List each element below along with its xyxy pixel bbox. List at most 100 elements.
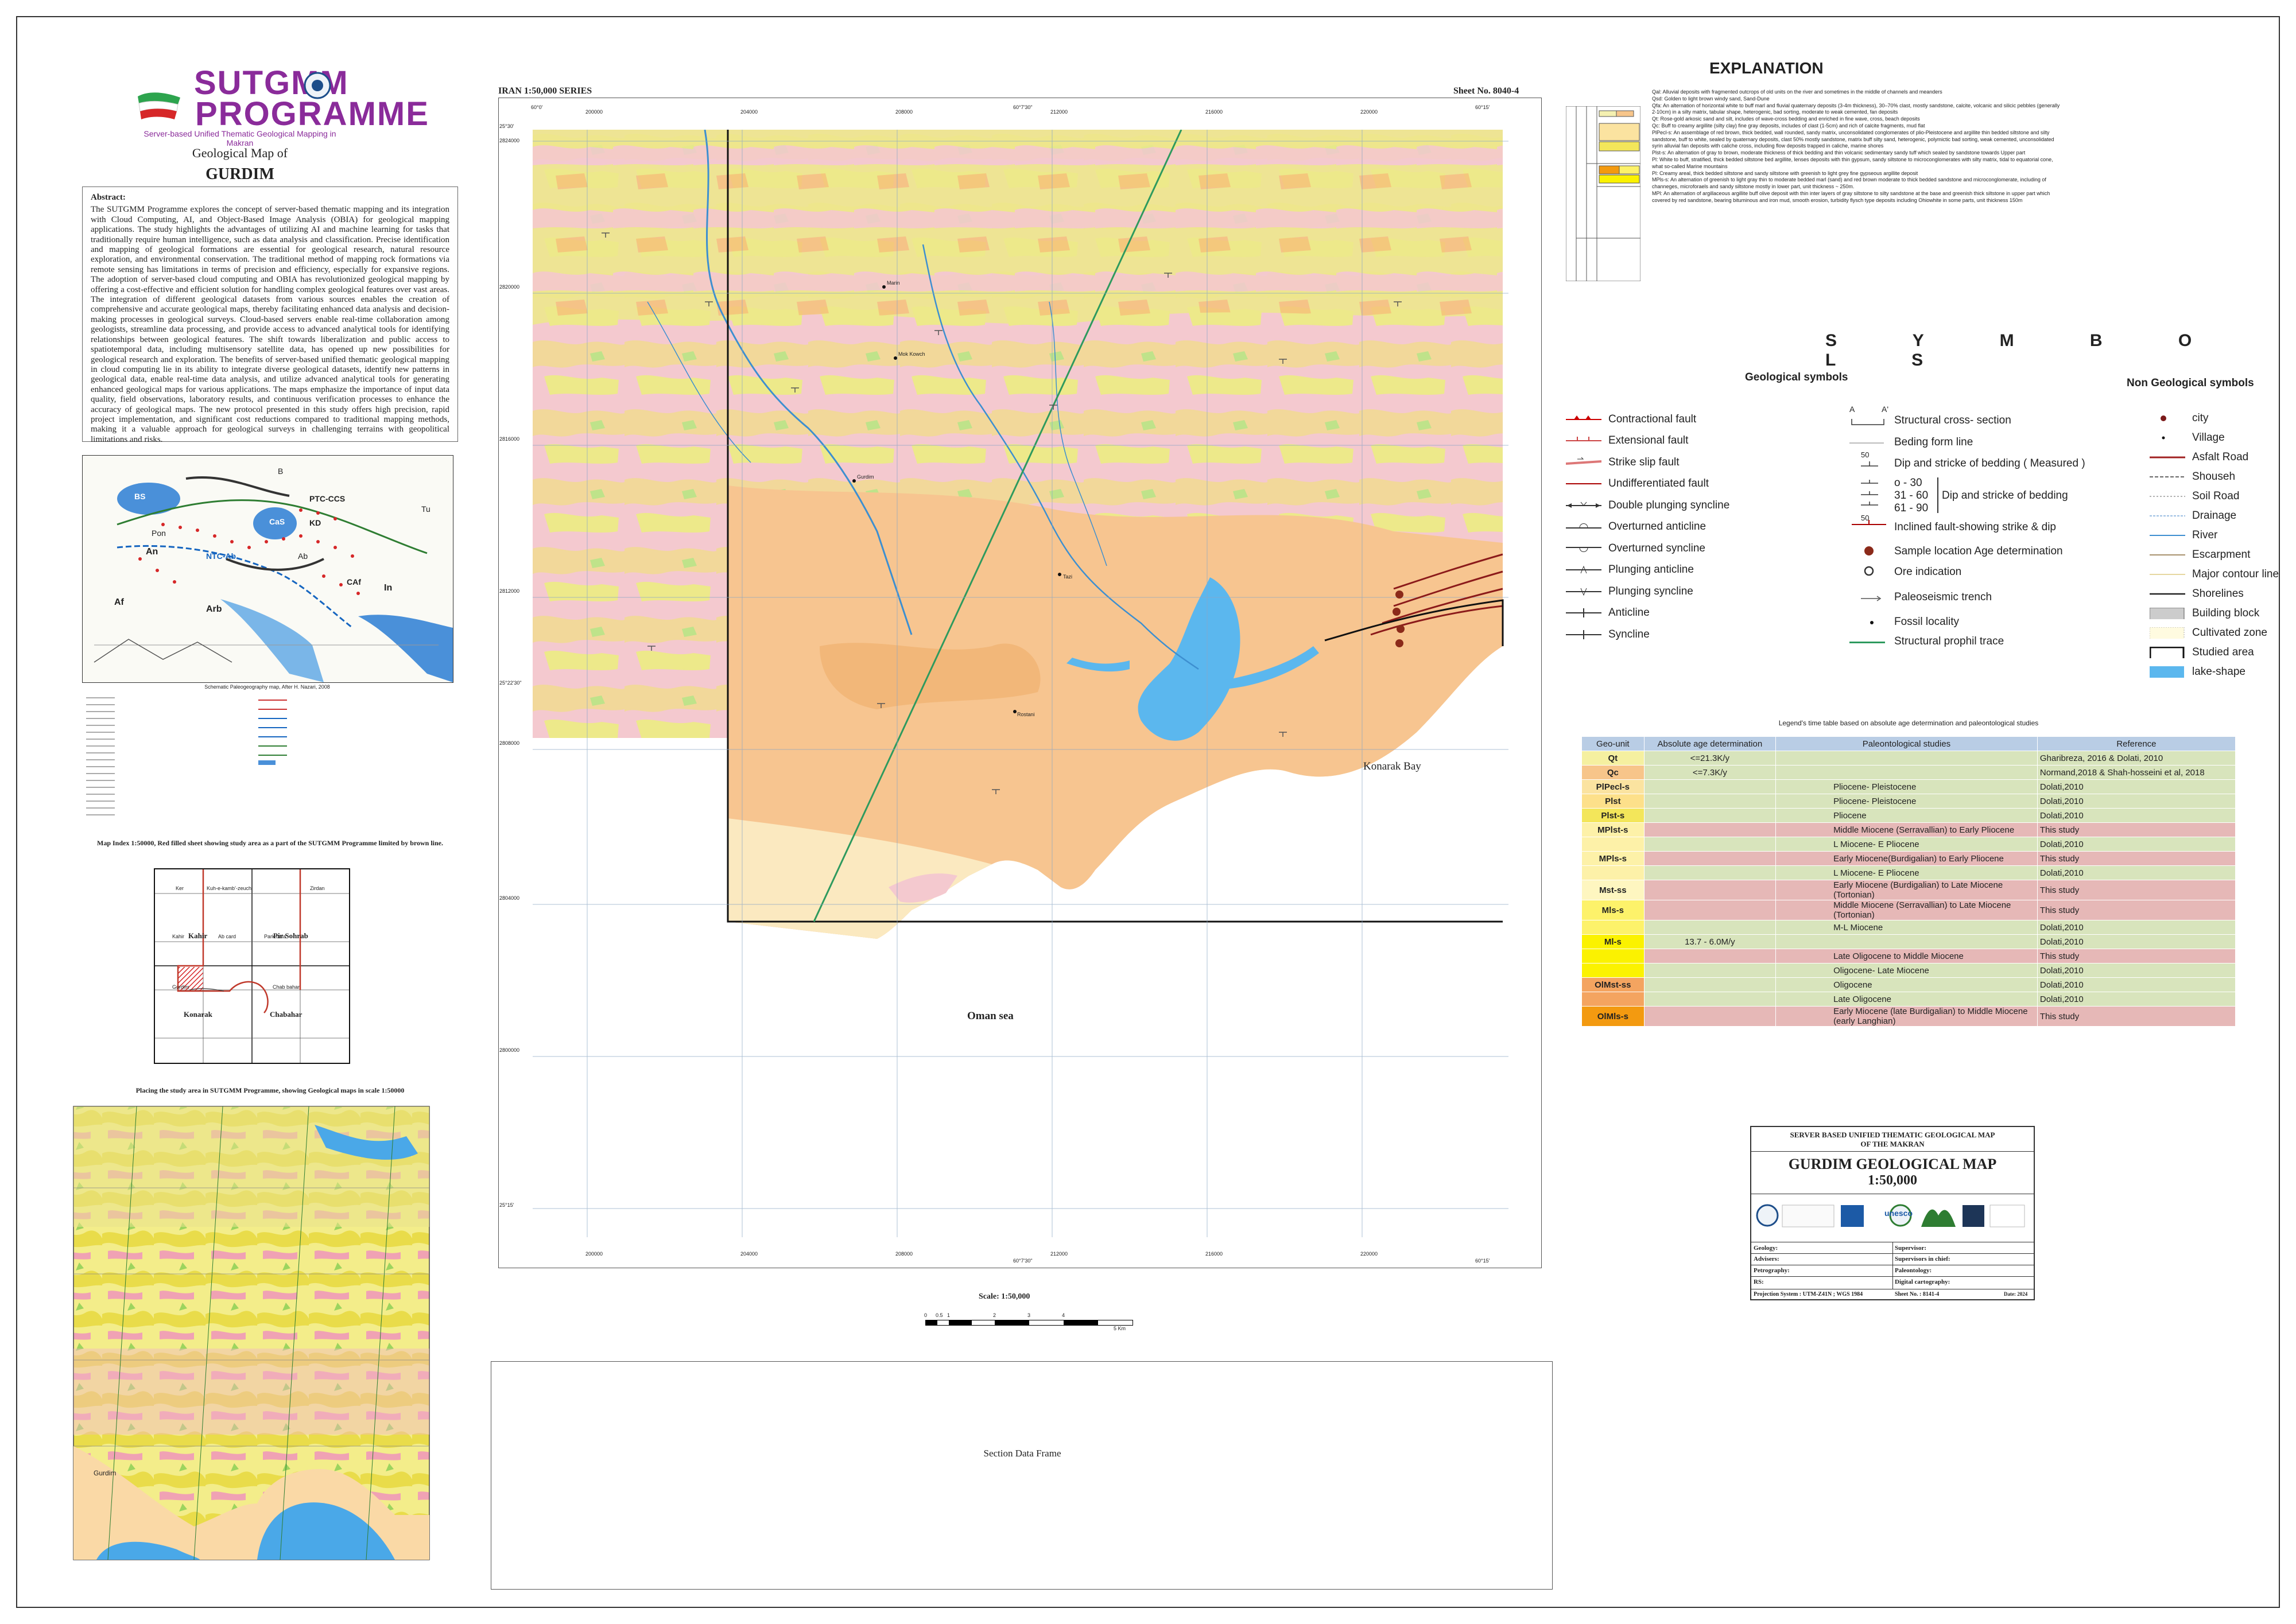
coord-bottom-6: 216000 (1205, 1251, 1223, 1257)
index-small-abcard: Ab card (218, 934, 236, 939)
map-title-line1: Geological Map of (192, 146, 288, 160)
age-table-row: OlMls-s Early Miocene (late Burdigalian) … (1581, 1006, 2236, 1027)
age-table-absolute (1643, 779, 1777, 794)
expl-entry: Qfa: An alternation of horizontal white … (1652, 102, 2060, 115)
coord-bottom-3: 208000 (895, 1251, 913, 1257)
age-table-unit (1581, 837, 1645, 852)
age-table-absolute (1643, 1006, 1777, 1027)
coord-top-1: 60°0' (531, 104, 543, 110)
coord-left-9: 2800000 (499, 1047, 520, 1053)
age-table-paleo: Early Miocene (late Burdigalian) to Midd… (1775, 1006, 2038, 1027)
index-map: Kahir Pir Sohrab Konarak Chabahar Ker Ku… (154, 868, 350, 1064)
index-small-chabbahar: Chab bahar (273, 984, 300, 990)
age-table-unit: Plst-s (1581, 808, 1645, 823)
scale-tick-0: 0 (924, 1312, 928, 1318)
index-small-ker: Ker (176, 885, 184, 891)
place-tazi: Tazi (1063, 574, 1073, 580)
symbol-shouseh: Shouseh (2150, 471, 2236, 483)
section-data-frame: Section Data Frame (491, 1361, 1553, 1590)
age-table-absolute: <=7.3K/y (1643, 765, 1777, 780)
coord-left-1: 25°30' (499, 123, 514, 129)
symbol-soil-road: Soil Road (2150, 490, 2240, 502)
age-table-unit (1581, 865, 1645, 880)
age-table-unit: Plst (1581, 794, 1645, 809)
age-table-absolute (1643, 808, 1777, 823)
age-table-paleo: L Miocene- E Pliocene (1775, 837, 2038, 852)
age-table-row: Qt <=21.3K/y Gharibreza, 2016 & Dolati, 20… (1581, 751, 2236, 766)
age-table-reference: Dolati,2010 (2037, 977, 2236, 992)
coord-left-6: 25°22'30" (499, 680, 522, 686)
place-rostani: Rostani (1017, 712, 1035, 717)
geologic-map (533, 130, 1508, 1237)
coord-top-6: 212000 (1050, 109, 1068, 115)
age-table-paleo (1775, 751, 2038, 766)
scale-tick-5: 5 Km (1114, 1326, 1126, 1331)
age-table-reference: This study (2037, 880, 2236, 900)
cell-digital-cartography: Digital cartography: (1895, 1279, 1950, 1285)
age-table-row: Oligocene- Late Miocene Dolati,2010 (1581, 963, 2236, 978)
scale-tick-2: 2 (993, 1312, 996, 1318)
cell-geology: Geology: (1754, 1245, 1778, 1252)
dip-range-0-30: o - 30 (1894, 477, 1922, 489)
cell-date: Date: 2024 (2004, 1291, 2028, 1297)
coord-top-3: 204000 (740, 109, 758, 115)
age-table-paleo: Early Miocene (Burdigalian) to Late Mioc… (1775, 880, 2038, 900)
coord-top-5: 60°7'30" (1013, 104, 1033, 110)
coord-left-4: 2816000 (499, 436, 520, 442)
age-table-paleo: M-L Miocene (1775, 920, 2038, 935)
index-caption: Map Index 1:50000, Red filled sheet show… (97, 839, 443, 847)
inclined-50-label: 50 (1861, 514, 1870, 522)
nongeo-symbols-heading: Non Geological symbols (2127, 377, 2254, 389)
age-table-row: Plst Pliocene- Pleistocene Dolati,2010 (1581, 794, 2236, 809)
title-block-line1: SERVER BASED UNIFIED THEMATIC GEOLOGICAL… (1790, 1130, 1995, 1139)
nongeo-symbols-list: city Village Asfalt Road Shouseh Soil Ro… (2150, 409, 2279, 682)
logo-line2: PROGRAMME (195, 95, 429, 133)
symbol-drainage: Drainage (2150, 510, 2237, 522)
coord-top-4: 208000 (895, 109, 913, 115)
symbol-undifferentiated-fault: Undifferentiated fault (1566, 477, 1709, 490)
age-table-paleo: Early Miocene(Burdigalian) to Early Plio… (1775, 851, 2038, 866)
age-table-row: Mst-ss Early Miocene (Burdigalian) to Lat… (1581, 880, 2236, 900)
age-table-unit: MPlst-s (1581, 822, 1645, 837)
coord-left-3: 2820000 (499, 284, 520, 290)
paleo-label-cas: CaS (269, 517, 285, 526)
scale-tick-05: 0.5 (936, 1312, 943, 1318)
age-table-reference: Dolati,2010 (2037, 920, 2236, 935)
paleo-label-ntc: NTC-Ab (206, 551, 236, 561)
overview-place-gurdim: Gurdim (94, 1469, 117, 1477)
age-table-reference: This study (2037, 851, 2236, 866)
geo-symbols-list: Contractional fault Extensional fault St… (1566, 409, 1729, 646)
age-table-unit: Qt (1581, 751, 1645, 766)
index-cell-chabahar: Chabahar (270, 1010, 302, 1019)
symbol-building-block: Building block (2150, 604, 2279, 623)
sample-location-label: Sample location Age determination (1894, 545, 2063, 557)
symbol-village: Village (2150, 428, 2279, 448)
age-table-absolute (1643, 865, 1777, 880)
age-table-reference: This study (2037, 900, 2236, 920)
paleoseismic-icon (1861, 596, 1882, 601)
expl-entry: Qal: Alluvial deposits with fragmented o… (1652, 89, 1942, 95)
age-table-row: PlPecl-s Pliocene- Pleistocene Dolati,2010 (1581, 779, 2236, 794)
symbols-title: S Y M B O L S (1825, 331, 2228, 370)
expl-entry: Qsd: Golden to light brown windy sand, S… (1652, 95, 1770, 102)
prophil-trace-label: Structural prophil trace (1894, 635, 2004, 647)
coord-top-2: 200000 (585, 109, 603, 115)
expl-entry: MPls-s: An alternation of greenish to li… (1652, 177, 2046, 190)
age-table-absolute (1643, 880, 1777, 900)
age-table-paleo: Late Oligocene (1775, 992, 2038, 1007)
paleo-label-ab: Ab (298, 551, 308, 561)
age-table-row: MPls-s Early Miocene(Burdigalian) to Earl… (1581, 851, 2236, 866)
symbol-cultivated-zone: Cultivated zone (2150, 623, 2279, 643)
paleoseismic-trench-label: Paleoseismic trench (1894, 591, 1992, 603)
coord-bottom-4: 60°7'30" (1013, 1258, 1033, 1264)
cell-rs: RS: (1754, 1279, 1764, 1285)
place-mok-kowch: Mok Kowch (898, 351, 925, 357)
age-table-unit (1581, 949, 1645, 963)
age-table-header: Paleontological studies (1775, 736, 2038, 751)
symbol-asfalt-road: Asfalt Road (2150, 451, 2249, 463)
age-table: Geo-unit Absolute age determination Pale… (1581, 736, 2236, 1027)
scale-tick-1: 1 (947, 1312, 951, 1318)
expl-entry: Plst-s: An alternation of gray to brown,… (1652, 150, 2026, 156)
scale-label: Scale: 1:50,000 (979, 1292, 1030, 1301)
age-table-paleo (1775, 765, 2038, 780)
